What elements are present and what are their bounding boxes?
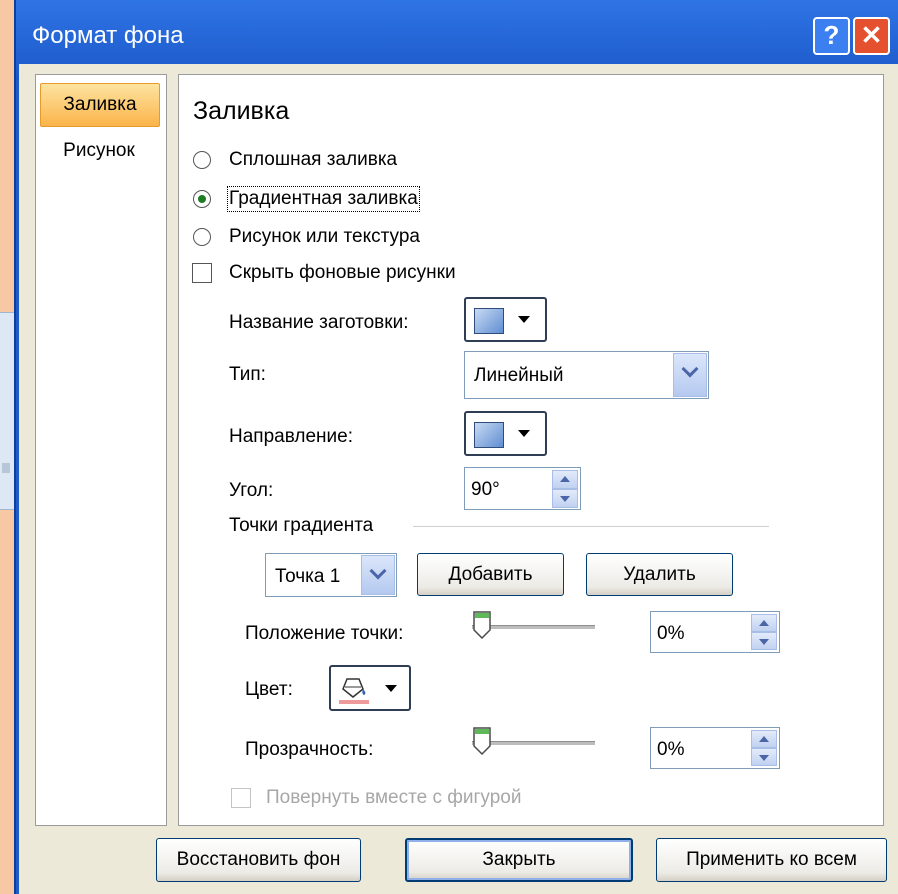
close-button[interactable]: Закрыть — [405, 838, 633, 882]
spin-down-icon — [560, 496, 570, 502]
spin-up-icon — [759, 620, 769, 626]
spin-up-icon — [560, 476, 570, 482]
remove-stop-button[interactable]: Удалить — [586, 553, 733, 596]
add-stop-label: Добавить — [448, 564, 533, 585]
background-window-edge — [0, 312, 15, 510]
format-background-dialog: Формат фона ? ✕ Заливка Рисунок Заливка … — [14, 0, 898, 894]
help-button[interactable]: ? — [813, 17, 850, 55]
angle-label: Угол: — [229, 480, 274, 501]
angle-value[interactable]: 90° — [471, 479, 500, 501]
position-label: Положение точки: — [245, 623, 404, 644]
type-select-button[interactable] — [673, 353, 707, 397]
dropdown-arrow-icon — [518, 430, 530, 437]
spin-down-icon — [759, 639, 769, 645]
nav-item-fill[interactable]: Заливка — [40, 83, 160, 127]
reset-background-button[interactable]: Восстановить фон — [156, 838, 361, 882]
chevron-down-icon — [369, 562, 387, 580]
hide-bg-label: Скрыть фоновые рисунки — [229, 262, 456, 283]
angle-spinner[interactable]: 90° — [464, 467, 581, 510]
fill-panel: Заливка Сплошная заливка Градиентная зал… — [178, 74, 884, 826]
scroll-icon — [2, 463, 10, 473]
transparency-value[interactable]: 0% — [657, 739, 684, 761]
gradient-swatch-icon — [474, 308, 504, 334]
section-title: Заливка — [193, 97, 290, 125]
rotate-with-shape-checkbox[interactable] — [231, 788, 251, 808]
dropdown-arrow-icon — [518, 316, 530, 323]
close-label: Закрыть — [482, 849, 556, 870]
type-value: Линейный — [474, 365, 564, 386]
type-select[interactable]: Линейный — [464, 351, 709, 399]
radio-gradient-fill-label: Градиентная заливка — [229, 188, 418, 209]
radio-picture-texture[interactable] — [193, 228, 211, 246]
transparency-spinner[interactable]: 0% — [650, 727, 780, 769]
remove-stop-label: Удалить — [623, 564, 696, 585]
position-value[interactable]: 0% — [657, 623, 684, 645]
rotate-with-shape-label: Повернуть вместе с фигурой — [266, 787, 522, 808]
color-label: Цвет: — [245, 679, 293, 700]
paint-bucket-icon — [339, 678, 369, 704]
spin-up-icon — [759, 736, 769, 742]
close-window-button[interactable]: ✕ — [853, 17, 890, 55]
hide-bg-checkbox[interactable] — [192, 263, 212, 283]
stop-value: Точка 1 — [275, 566, 341, 587]
reset-background-label: Восстановить фон — [176, 849, 341, 870]
position-slider-thumb[interactable] — [472, 611, 492, 639]
position-down-button[interactable] — [751, 632, 777, 650]
stop-select[interactable]: Точка 1 — [265, 553, 397, 597]
direction-swatch-icon — [474, 422, 504, 448]
nav-panel: Заливка Рисунок — [35, 74, 167, 826]
apply-to-all-label: Применить ко всем — [686, 849, 857, 870]
dialog-body: Заливка Рисунок Заливка Сплошная заливка… — [19, 64, 898, 894]
dropdown-arrow-icon — [385, 685, 397, 692]
transparency-down-button[interactable] — [751, 748, 777, 766]
transparency-slider-thumb[interactable] — [472, 727, 492, 755]
radio-solid-fill[interactable] — [193, 151, 211, 169]
stop-select-button[interactable] — [361, 555, 395, 595]
color-dropdown[interactable] — [329, 665, 411, 711]
direction-dropdown[interactable] — [464, 411, 547, 456]
spin-down-icon — [759, 755, 769, 761]
transparency-label: Прозрачность: — [245, 739, 374, 760]
apply-to-all-button[interactable]: Применить ко всем — [656, 838, 887, 882]
chevron-down-icon — [681, 360, 699, 378]
type-label: Тип: — [229, 364, 266, 385]
position-up-button[interactable] — [751, 614, 777, 632]
direction-label: Направление: — [229, 426, 353, 447]
nav-item-picture[interactable]: Рисунок — [40, 133, 158, 169]
radio-solid-fill-label: Сплошная заливка — [229, 149, 398, 170]
radio-gradient-fill[interactable] — [193, 190, 211, 208]
angle-up-button[interactable] — [552, 470, 578, 489]
angle-down-button[interactable] — [552, 489, 578, 508]
stops-title: Точки градиента — [229, 515, 374, 536]
preset-dropdown[interactable] — [464, 297, 547, 342]
position-spinner[interactable]: 0% — [650, 611, 780, 653]
preset-label: Название заготовки: — [229, 312, 409, 333]
transparency-up-button[interactable] — [751, 730, 777, 748]
add-stop-button[interactable]: Добавить — [417, 553, 564, 596]
stops-separator — [413, 526, 769, 527]
radio-picture-texture-label: Рисунок или текстура — [229, 226, 420, 247]
dialog-title: Формат фона — [32, 22, 184, 49]
